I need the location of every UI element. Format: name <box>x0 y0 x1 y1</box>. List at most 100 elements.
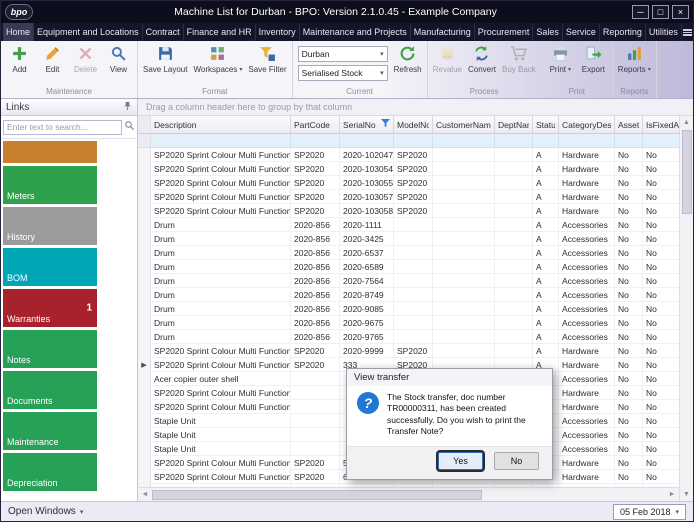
grid-cell[interactable]: No <box>643 358 679 371</box>
auto-filter-cell[interactable] <box>559 134 615 147</box>
grid-cell[interactable]: Accessories <box>559 330 615 343</box>
grid-row[interactable]: Drum2020-8562020-6589AAccessoriesNoNo <box>138 260 679 274</box>
grid-cell[interactable]: A <box>533 190 559 203</box>
pin-icon[interactable] <box>123 101 132 114</box>
grid-row[interactable]: SP2020 Sprint Colour Multi Functional Co… <box>138 176 679 190</box>
grid-cell[interactable]: A <box>533 288 559 301</box>
grid-cell[interactable] <box>433 344 495 357</box>
grid-cell[interactable]: Drum <box>151 288 291 301</box>
grid-cell[interactable]: Drum <box>151 218 291 231</box>
grid-cell[interactable] <box>495 302 533 315</box>
column-header-customername[interactable]: CustomerName <box>433 116 495 133</box>
grid-cell[interactable]: Accessories <box>559 288 615 301</box>
grid-cell[interactable]: No <box>615 288 643 301</box>
grid-cell[interactable] <box>495 204 533 217</box>
grid-cell[interactable]: Drum <box>151 232 291 245</box>
grid-cell[interactable] <box>394 302 433 315</box>
search-icon[interactable] <box>124 118 135 136</box>
grid-cell[interactable] <box>495 232 533 245</box>
grid-cell[interactable]: No <box>615 414 643 427</box>
grid-cell[interactable]: No <box>643 218 679 231</box>
edit-button[interactable]: Edit <box>36 42 69 75</box>
grid-cell[interactable]: SP2020 <box>394 162 433 175</box>
grid-cell[interactable] <box>291 372 340 385</box>
grid-cell[interactable] <box>495 344 533 357</box>
grid-cell[interactable]: Accessories <box>559 414 615 427</box>
grid-cell[interactable]: SP2020 <box>291 148 340 161</box>
grid-cell[interactable]: SP2020 <box>291 358 340 371</box>
grid-cell[interactable]: No <box>615 218 643 231</box>
grid-cell[interactable]: 2020-8749 <box>340 288 394 301</box>
grid-cell[interactable]: 2020-7564 <box>340 274 394 287</box>
grid-cell[interactable]: SP2020 Sprint Colour Multi Functional Co… <box>151 456 291 469</box>
grid-cell[interactable]: Hardware <box>559 470 615 483</box>
sidebar-item-history[interactable]: History <box>3 207 97 245</box>
grid-cell[interactable]: 2020-3425 <box>340 232 394 245</box>
title-bar[interactable]: bpo Machine List for Durban - BPO: Versi… <box>1 1 693 23</box>
grid-cell[interactable]: Staple Unit <box>151 428 291 441</box>
grid-cell[interactable]: SP2020 Sprint Colour Multi Functional Co… <box>151 400 291 413</box>
add-button[interactable]: Add <box>3 42 36 75</box>
grid-cell[interactable]: A <box>533 162 559 175</box>
grid-cell[interactable] <box>394 274 433 287</box>
grid-cell[interactable]: No <box>643 442 679 455</box>
grid-cell[interactable]: 2020-9999 <box>340 344 394 357</box>
revalue-button[interactable]: Revalue <box>430 42 465 75</box>
grid-cell[interactable] <box>291 442 340 455</box>
grid-cell[interactable]: Hardware <box>559 400 615 413</box>
grid-cell[interactable]: No <box>643 456 679 469</box>
grid-cell[interactable] <box>433 162 495 175</box>
grid-cell[interactable]: SP2020 Sprint Colour Multi Functional Co… <box>151 204 291 217</box>
grid-cell[interactable]: Accessories <box>559 428 615 441</box>
grid-cell[interactable] <box>495 274 533 287</box>
sidebar-item-depreciation[interactable]: Depreciation <box>3 453 97 491</box>
grid-cell[interactable]: No <box>615 470 643 483</box>
menu-tab-utilities[interactable]: Utilities <box>646 23 682 41</box>
auto-filter-cell[interactable] <box>433 134 495 147</box>
horizontal-scroll-thumb[interactable] <box>152 490 482 500</box>
grid-cell[interactable]: 2020-9085 <box>340 302 394 315</box>
reports-button[interactable]: Reports▾ <box>615 42 654 75</box>
grid-cell[interactable]: No <box>643 372 679 385</box>
menu-tab-procurement[interactable]: Procurement <box>475 23 534 41</box>
grid-cell[interactable]: No <box>643 260 679 273</box>
grid-cell[interactable]: SP2020 <box>394 204 433 217</box>
close-button[interactable]: × <box>672 5 689 19</box>
grid-cell[interactable] <box>495 176 533 189</box>
grid-cell[interactable]: No <box>643 162 679 175</box>
grid-cell[interactable] <box>495 330 533 343</box>
grid-cell[interactable]: SP2020 Sprint Colour Multi Functional Co… <box>151 358 291 371</box>
grid-cell[interactable]: Accessories <box>559 218 615 231</box>
delete-button[interactable]: Delete <box>69 42 102 75</box>
column-header-partcode[interactable]: PartCode <box>291 116 340 133</box>
grid-cell[interactable]: A <box>533 232 559 245</box>
maximize-button[interactable]: □ <box>652 5 669 19</box>
grid-cell[interactable]: No <box>615 344 643 357</box>
grid-cell[interactable]: SP2020 Sprint Colour Multi Functional Co… <box>151 148 291 161</box>
grid-cell[interactable]: No <box>643 176 679 189</box>
grid-cell[interactable]: SP2020 <box>291 176 340 189</box>
auto-filter-cell[interactable] <box>151 134 291 147</box>
grid-cell[interactable]: No <box>643 288 679 301</box>
grid-cell[interactable]: Drum <box>151 260 291 273</box>
menu-tab-sales[interactable]: Sales <box>533 23 563 41</box>
grid-cell[interactable] <box>433 176 495 189</box>
grid-cell[interactable]: 2020-856 <box>291 274 340 287</box>
grid-cell[interactable] <box>291 400 340 413</box>
grid-cell[interactable]: 2020-856 <box>291 302 340 315</box>
column-header-isfixedasset[interactable]: IsFixedAsset <box>643 116 679 133</box>
grid-cell[interactable]: 2020-856 <box>291 260 340 273</box>
grid-cell[interactable]: No <box>643 428 679 441</box>
grid-cell[interactable]: Accessories <box>559 232 615 245</box>
grid-cell[interactable]: No <box>643 204 679 217</box>
grid-cell[interactable]: Drum <box>151 302 291 315</box>
grid-cell[interactable]: A <box>533 274 559 287</box>
grid-cell[interactable]: Drum <box>151 316 291 329</box>
grid-cell[interactable]: SP2020 Sprint Colour Multi Functional Co… <box>151 190 291 203</box>
column-header-serialno[interactable]: SerialNo <box>340 116 394 133</box>
grid-cell[interactable]: No <box>615 204 643 217</box>
yes-button[interactable]: Yes <box>438 452 483 470</box>
grid-cell[interactable]: No <box>643 470 679 483</box>
grid-cell[interactable]: Drum <box>151 274 291 287</box>
grid-cell[interactable] <box>291 414 340 427</box>
